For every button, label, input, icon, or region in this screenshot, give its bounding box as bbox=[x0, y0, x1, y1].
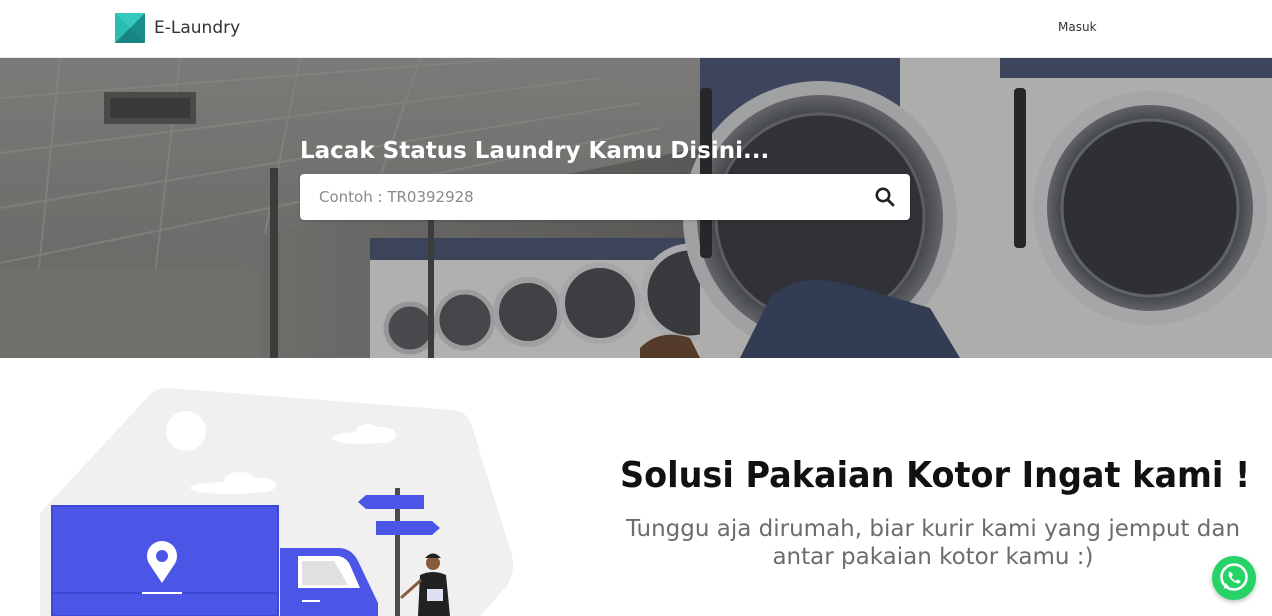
brand-link[interactable]: E-Laundry bbox=[115, 13, 240, 43]
navbar: E-Laundry Masuk bbox=[0, 0, 1272, 58]
hero-title: Lacak Status Laundry Kamu Disini... bbox=[300, 138, 770, 164]
whatsapp-button[interactable] bbox=[1212, 556, 1256, 600]
search-icon bbox=[875, 187, 895, 207]
hero-section: Lacak Status Laundry Kamu Disini... bbox=[0, 58, 1272, 358]
login-link[interactable]: Masuk bbox=[1058, 20, 1097, 34]
brand-name: E-Laundry bbox=[154, 18, 241, 38]
page: E-Laundry Masuk Lacak Status Laundry Kam… bbox=[0, 0, 1272, 616]
feature-title: Solusi Pakaian Kotor Ingat kami ! bbox=[620, 455, 1251, 496]
tracking-search-input[interactable] bbox=[300, 174, 860, 220]
e-laundry-logo-icon bbox=[115, 13, 145, 43]
delivery-truck-illustration bbox=[40, 388, 514, 616]
feature-subtitle: Tunggu aja dirumah, biar kurir kami yang… bbox=[625, 516, 1241, 570]
search-button[interactable] bbox=[874, 186, 896, 208]
whatsapp-icon bbox=[1220, 563, 1248, 591]
tracking-search-box bbox=[300, 174, 910, 220]
